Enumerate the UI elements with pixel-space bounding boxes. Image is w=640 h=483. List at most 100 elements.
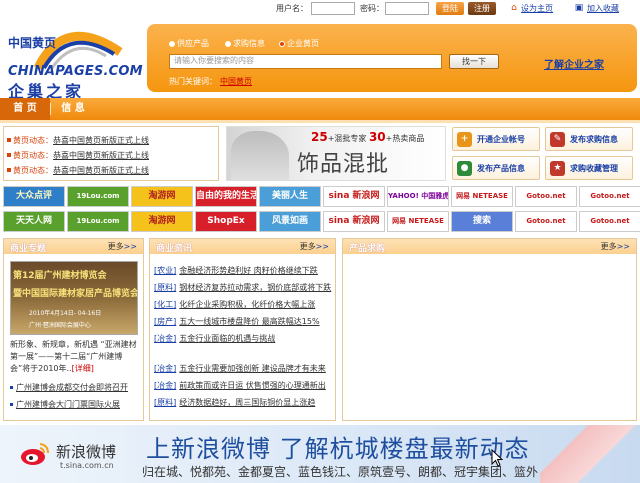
- password-label: 密码：: [360, 4, 384, 13]
- action-label: 开通企业帐号: [477, 135, 525, 144]
- news-row[interactable]: [冶金] 五金行业需要加强创新 建设品牌才有未来: [154, 363, 326, 374]
- news-row[interactable]: [化工] 化纤企业采购积极，化纤价格大幅上涨: [154, 299, 315, 310]
- news-category: [房产]: [154, 317, 177, 326]
- partner-logo[interactable]: 淘游网: [131, 211, 193, 232]
- search-input[interactable]: 请输入你要搜索的内容: [169, 54, 442, 69]
- learn-enterprise-link[interactable]: 了解企业之家: [544, 56, 604, 71]
- news-text[interactable]: 恭喜中国黄页新版正式上线: [53, 136, 149, 145]
- top-bar: 用户名： 密码： 登陆 注册 ⌂ 设为主页 ▣ 加入收藏: [0, 0, 640, 18]
- hot-keyword-link[interactable]: 中国黄页: [220, 76, 252, 87]
- more-arrow-icon: >>: [315, 242, 329, 251]
- news-title: 五金行业需要加强创新 建设品牌才有未来: [179, 364, 326, 373]
- news-category: [化工]: [154, 300, 177, 309]
- register-button[interactable]: 注册: [468, 2, 496, 15]
- radio-supply-label: 供应产品: [177, 39, 209, 48]
- partner-logo[interactable]: 风景如画: [259, 211, 321, 232]
- more-link[interactable]: 更多>>: [108, 241, 137, 252]
- news-category: [冶金]: [154, 381, 177, 390]
- action-label: 求购收藏管理: [570, 164, 618, 173]
- tab-info[interactable]: 信 息: [51, 98, 95, 120]
- news-row[interactable]: [冶金] 前政策而或许日运 伏售惯强的心理通新出: [154, 380, 326, 391]
- set-homepage-link[interactable]: 设为主页: [521, 3, 553, 14]
- action-label: 发布产品信息: [477, 164, 525, 173]
- news-title: 化纤企业采购积极，化纤价格大幅上涨: [179, 300, 316, 309]
- more-link[interactable]: 更多>>: [601, 241, 630, 252]
- detail-link[interactable]: [详细]: [72, 364, 94, 373]
- open-account-button[interactable]: + 开通企业帐号: [452, 127, 540, 151]
- partner-logo[interactable]: 大众点评: [3, 186, 65, 207]
- list-item[interactable]: 广州建博会成都交付会即将召开: [10, 382, 128, 393]
- post-product-button[interactable]: ● 发布产品信息: [452, 156, 540, 180]
- bullet-icon: [10, 386, 13, 389]
- bullet-icon: [7, 153, 11, 157]
- partner-logo[interactable]: Gotoo.net: [579, 211, 640, 232]
- partner-logo[interactable]: 美丽人生: [259, 186, 321, 207]
- jewelry-banner[interactable]: 25+混批专家 30+热卖商品 饰品混批: [226, 126, 446, 181]
- manage-favorites-button[interactable]: ★ 求购收藏管理: [545, 156, 633, 180]
- news-category: [冶金]: [154, 364, 177, 373]
- main-nav: 首 页 信 息: [0, 98, 640, 120]
- news-row[interactable]: [房产] 五大一线城市楼盘降价 最高跌幅达15%: [154, 316, 320, 327]
- banner-tagline: 25+混批专家 30+热卖商品: [311, 130, 425, 144]
- radio-yellowpages[interactable]: 企业黄页: [279, 38, 319, 49]
- radio-buy-label: 求购信息: [233, 39, 265, 48]
- panel-title: 商业专题: [10, 244, 47, 254]
- tab-home[interactable]: 首 页: [0, 98, 50, 120]
- partner-logo[interactable]: Gotoo.net: [579, 186, 640, 207]
- add-favorite-link[interactable]: 加入收藏: [587, 3, 619, 14]
- radio-buy[interactable]: 求购信息: [225, 38, 265, 49]
- news-title: 经济数据趋好，周三国际铜价显上涨趋: [179, 398, 316, 407]
- action-label: 发布求购信息: [570, 135, 618, 144]
- partner-logo[interactable]: 网易 NETEASE: [451, 186, 513, 207]
- partner-logo[interactable]: Gotoo.net: [515, 211, 577, 232]
- weibo-ad-banner[interactable]: 新浪微博 t.sina.com.cn 上新浪微博 了解杭城楼盘最新动态 归在城、…: [0, 425, 640, 483]
- news-item[interactable]: 黄页动态：恭喜中国黄页新版正式上线: [7, 150, 149, 161]
- weibo-headline: 上新浪微博 了解杭城楼盘最新动态: [146, 435, 530, 463]
- news-text[interactable]: 恭喜中国黄页新版正式上线: [53, 166, 149, 175]
- partner-logo[interactable]: 天天人网: [3, 211, 65, 232]
- partner-logo-grid: 大众点评 19Lou.com 淘游网 自由的我的生活 美丽人生 sina 新浪网 YAHOO…: [3, 186, 640, 234]
- search-button[interactable]: 找一下: [449, 54, 499, 69]
- weibo-name: 新浪微博: [56, 443, 117, 461]
- news-category: [农业]: [154, 266, 177, 275]
- partner-logo[interactable]: 网易 NETEASE: [387, 211, 449, 232]
- partner-logo[interactable]: sina 新浪网: [323, 211, 385, 232]
- list-item[interactable]: 广州建博会大门门票国际火展: [10, 399, 120, 410]
- partner-logo[interactable]: 19Lou.com: [67, 211, 129, 232]
- news-ticker: 黄页动态：恭喜中国黄页新版正式上线 黄页动态：恭喜中国黄页新版正式上线 黄页动态…: [3, 126, 219, 181]
- news-item[interactable]: 黄页动态：恭喜中国黄页新版正式上线: [7, 165, 149, 176]
- news-category: [原料]: [154, 283, 177, 292]
- banner-model-image: [231, 131, 289, 180]
- partner-logo[interactable]: 19Lou.com: [67, 186, 129, 207]
- radio-supply[interactable]: 供应产品: [169, 38, 209, 49]
- expo-promo-image[interactable]: 第12届广州建材博览会 暨中国国际建材家居产品博览会 2010年4月14日- 0…: [10, 261, 138, 335]
- partner-logo[interactable]: 自由的我的生活: [195, 186, 257, 207]
- username-input[interactable]: [311, 2, 355, 15]
- partner-logo[interactable]: sina 新浪网: [323, 186, 385, 207]
- business-news-panel: 商业资讯 更多>> [农业] 金融经济形势趋利好 肉籽价格继续下跌 [原料] 钢材经…: [149, 238, 336, 421]
- news-row[interactable]: [原料] 经济数据趋好，周三国际铜价显上涨趋: [154, 397, 315, 408]
- weibo-subline: 归在城、悦都苑、金都夏宫、蓝色钱江、原筑壹号、朗都、冠宇集团、篮外: [142, 465, 539, 479]
- news-row[interactable]: [冶金] 五金行业面临的机遇与挑战: [154, 333, 275, 344]
- partner-logo[interactable]: ShopEx: [195, 211, 257, 232]
- news-item[interactable]: 黄页动态：恭喜中国黄页新版正式上线: [7, 135, 149, 146]
- news-title: 钢材经济复苏拉动需求，钢价底部或将下跌: [179, 283, 332, 292]
- news-text[interactable]: 恭喜中国黄页新版正式上线: [53, 151, 149, 160]
- login-button[interactable]: 登陆: [436, 2, 464, 15]
- news-row[interactable]: [农业] 金融经济形势趋利好 肉籽价格继续下跌: [154, 265, 318, 276]
- more-link[interactable]: 更多>>: [300, 241, 329, 252]
- site-logo[interactable]: 中国黄页 CHINAPAGES.COM 企巢之家: [2, 20, 143, 101]
- partner-logo[interactable]: 淘游网: [131, 186, 193, 207]
- partner-logo[interactable]: Gotoo.net: [515, 186, 577, 207]
- news-category: [原料]: [154, 398, 177, 407]
- news-prefix: 黄页动态：: [13, 151, 53, 160]
- radio-dot-icon: [169, 41, 175, 47]
- news-row[interactable]: [原料] 钢材经济复苏拉动需求，钢价底部或将下跌: [154, 282, 331, 293]
- password-input[interactable]: [385, 2, 429, 15]
- news-title: 前政策而或许日运 伏售惯强的心理通新出: [179, 381, 326, 390]
- post-buy-button[interactable]: ✎ 发布求购信息: [545, 127, 633, 151]
- partner-logo[interactable]: YAHOO! 中国雅虎: [387, 186, 449, 207]
- bullet-icon: [7, 168, 11, 172]
- more-arrow-icon: >>: [123, 242, 137, 251]
- partner-logo[interactable]: 搜索: [451, 211, 513, 232]
